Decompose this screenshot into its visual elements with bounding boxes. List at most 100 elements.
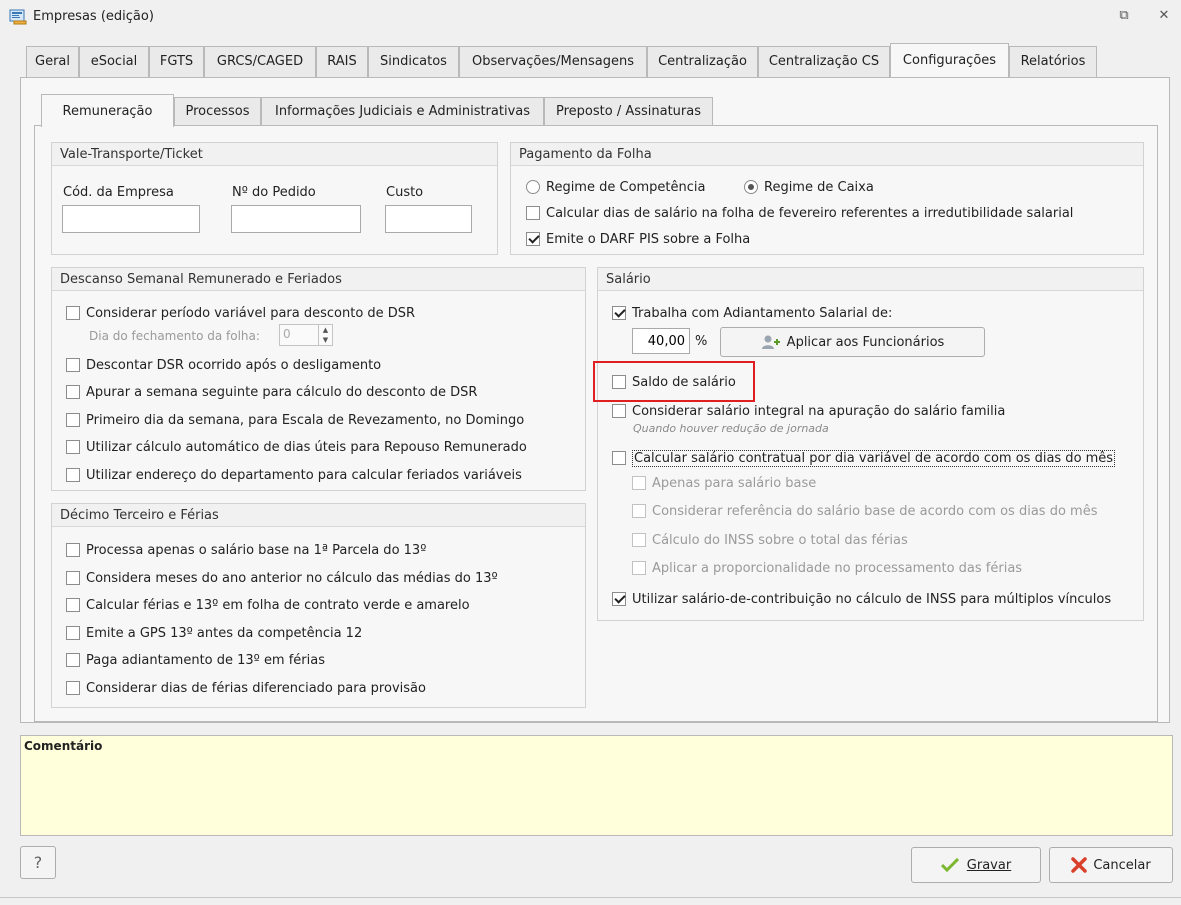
tab-observacoes-mensagens[interactable]: Observações/Mensagens [459,46,647,77]
adiantamento-checkbox[interactable]: Trabalha com Adiantamento Salarial de: [612,303,892,323]
calculo-automatico-label: Utilizar cálculo automático de dias útei… [86,439,527,455]
referencia-base-label: Considerar referência do salário base de… [652,503,1098,519]
tab-remuneracao[interactable]: Remuneração [41,94,174,127]
primeiro-dia-checkbox[interactable]: Primeiro dia da semana, para Escala de R… [66,410,524,430]
decimo-item-checkbox[interactable]: Paga adiantamento de 13º em férias [66,650,325,670]
apenas-base-label: Apenas para salário base [652,475,817,491]
checkbox-unchecked[interactable] [66,571,80,585]
decimo-item-label: Considerar dias de férias diferenciado p… [86,680,426,696]
checkbox-unchecked[interactable] [66,440,80,454]
decimo-item-label: Calcular férias e 13º em folha de contra… [86,597,470,613]
emite-darf-checkbox[interactable]: Emite o DARF PIS sobre a Folha [526,229,750,249]
referencia-base-checkbox[interactable]: Considerar referência do salário base de… [632,501,1097,521]
checkbox-checked[interactable] [526,232,540,246]
checkbox-disabled[interactable] [632,476,646,490]
periodo-variavel-checkbox[interactable]: Considerar período variável para descont… [66,303,415,323]
checkbox-disabled[interactable] [632,533,646,547]
checkbox-unchecked[interactable] [66,543,80,557]
checkbox-unchecked[interactable] [66,306,80,320]
checkbox-unchecked[interactable] [526,206,540,220]
checkbox-unchecked[interactable] [66,681,80,695]
decimo-item-checkbox[interactable]: Emite a GPS 13º antes da competência 12 [66,623,362,643]
app-icon [9,9,27,25]
tab-centralizacao-cs[interactable]: Centralização CS [758,46,890,77]
proporcionalidade-checkbox[interactable]: Aplicar a proporcionalidade no processam… [632,558,1022,578]
apurar-semana-checkbox[interactable]: Apurar a semana seguinte para cálculo do… [66,382,477,402]
close-icon[interactable]: ✕ [1156,8,1172,24]
adiantamento-percent-input[interactable] [632,328,690,354]
checkbox-unchecked[interactable] [66,653,80,667]
salario-integral-label: Considerar salário integral na apuração … [632,403,1006,419]
radio-checked[interactable] [744,180,758,194]
comment-box[interactable]: Comentário [20,735,1173,836]
tab-relatorios[interactable]: Relatórios [1009,46,1097,77]
help-button[interactable]: ? [20,846,56,879]
group-title: Vale-Transporte/Ticket [52,143,497,166]
decimo-item-checkbox[interactable]: Calcular férias e 13º em folha de contra… [66,595,470,615]
tab-grcs-caged[interactable]: GRCS/CAGED [204,46,316,77]
radio-unchecked[interactable] [526,180,540,194]
decimo-item-checkbox[interactable]: Considerar dias de férias diferenciado p… [66,678,426,698]
group-title: Pagamento da Folha [511,143,1143,166]
regime-competencia-radio[interactable]: Regime de Competência [526,177,706,197]
dia-fechamento-spinner[interactable]: 0 ▲ ▼ [279,324,333,346]
checkbox-disabled[interactable] [632,504,646,518]
tab-geral[interactable]: Geral [26,46,79,77]
checkbox-checked[interactable] [612,306,626,320]
checkbox-unchecked[interactable] [66,358,80,372]
tab-rais[interactable]: RAIS [316,46,368,77]
group-title: Décimo Terceiro e Férias [52,504,585,527]
calc-dias-fevereiro-label: Calcular dias de salário na folha de fev… [546,205,1074,221]
tab-esocial[interactable]: eSocial [79,46,149,77]
salario-contratual-label: Calcular salário contratual por dia vari… [632,449,1116,467]
checkbox-unchecked[interactable] [66,413,80,427]
salario-contratual-checkbox[interactable]: Calcular salário contratual por dia vari… [612,448,1116,468]
tab-configuracoes[interactable]: Configurações [890,43,1009,77]
custo-input[interactable] [385,205,472,233]
decimo-item-checkbox[interactable]: Processa apenas o salário base na 1ª Par… [66,540,426,560]
descontar-dsr-checkbox[interactable]: Descontar DSR ocorrido após o desligamen… [66,355,381,375]
cancelar-button[interactable]: Cancelar [1049,847,1173,883]
tab-fgts[interactable]: FGTS [149,46,204,77]
salario-contribuicao-label: Utilizar salário-de-contribuição no cálc… [632,591,1112,607]
aplicar-funcionarios-button[interactable]: Aplicar aos Funcionários [720,327,985,357]
gravar-button[interactable]: Gravar [911,847,1041,883]
window-title: Empresas (edição) [33,9,154,24]
tab-processos[interactable]: Processos [174,97,261,126]
endereco-departamento-label: Utilizar endereço do departamento para c… [86,467,522,483]
checkbox-unchecked[interactable] [66,626,80,640]
endereco-departamento-checkbox[interactable]: Utilizar endereço do departamento para c… [66,465,522,485]
checkbox-unchecked[interactable] [66,598,80,612]
tab-preposto-assinaturas[interactable]: Preposto / Assinaturas [544,97,713,126]
decimo-ferias-group: Décimo Terceiro e Férias Processa apenas… [51,503,586,708]
calc-dias-fevereiro-checkbox[interactable]: Calcular dias de salário na folha de fev… [526,203,1073,223]
tab-centralizacao[interactable]: Centralização [647,46,758,77]
num-pedido-input[interactable] [231,205,361,233]
spinner-arrows-icon[interactable]: ▲ ▼ [318,325,332,345]
checkbox-unchecked[interactable] [66,385,80,399]
window-bottom-border [0,897,1181,898]
tab-informacoes-judiciais[interactable]: Informações Judiciais e Administrativas [261,97,544,126]
checkbox-unchecked[interactable] [612,451,626,465]
tab-sindicatos[interactable]: Sindicatos [368,46,459,77]
apenas-base-checkbox[interactable]: Apenas para salário base [632,473,816,493]
salario-contribuicao-checkbox[interactable]: Utilizar salário-de-contribuição no cálc… [612,589,1111,609]
periodo-variavel-label: Considerar período variável para descont… [86,305,416,321]
checkbox-disabled[interactable] [632,561,646,575]
regime-competencia-label: Regime de Competência [546,179,706,195]
calculo-automatico-checkbox[interactable]: Utilizar cálculo automático de dias útei… [66,437,527,457]
regime-caixa-radio[interactable]: Regime de Caixa [744,177,874,197]
decimo-item-label: Paga adiantamento de 13º em férias [86,652,326,668]
dsr-group: Descanso Semanal Remunerado e Feriados C… [51,267,586,491]
checkbox-unchecked[interactable] [612,404,626,418]
primeiro-dia-label: Primeiro dia da semana, para Escala de R… [86,412,525,428]
checkbox-checked[interactable] [612,592,626,606]
inss-ferias-checkbox[interactable]: Cálculo do INSS sobre o total das férias [632,530,908,550]
decimo-item-checkbox[interactable]: Considera meses do ano anterior no cálcu… [66,568,498,588]
cod-empresa-input[interactable] [62,205,200,233]
group-title: Salário [598,268,1143,291]
checkbox-unchecked[interactable] [66,468,80,482]
salario-integral-checkbox[interactable]: Considerar salário integral na apuração … [612,401,1005,421]
cod-empresa-label: Cód. da Empresa [63,185,174,200]
restore-icon[interactable]: ⧉ [1116,8,1132,24]
